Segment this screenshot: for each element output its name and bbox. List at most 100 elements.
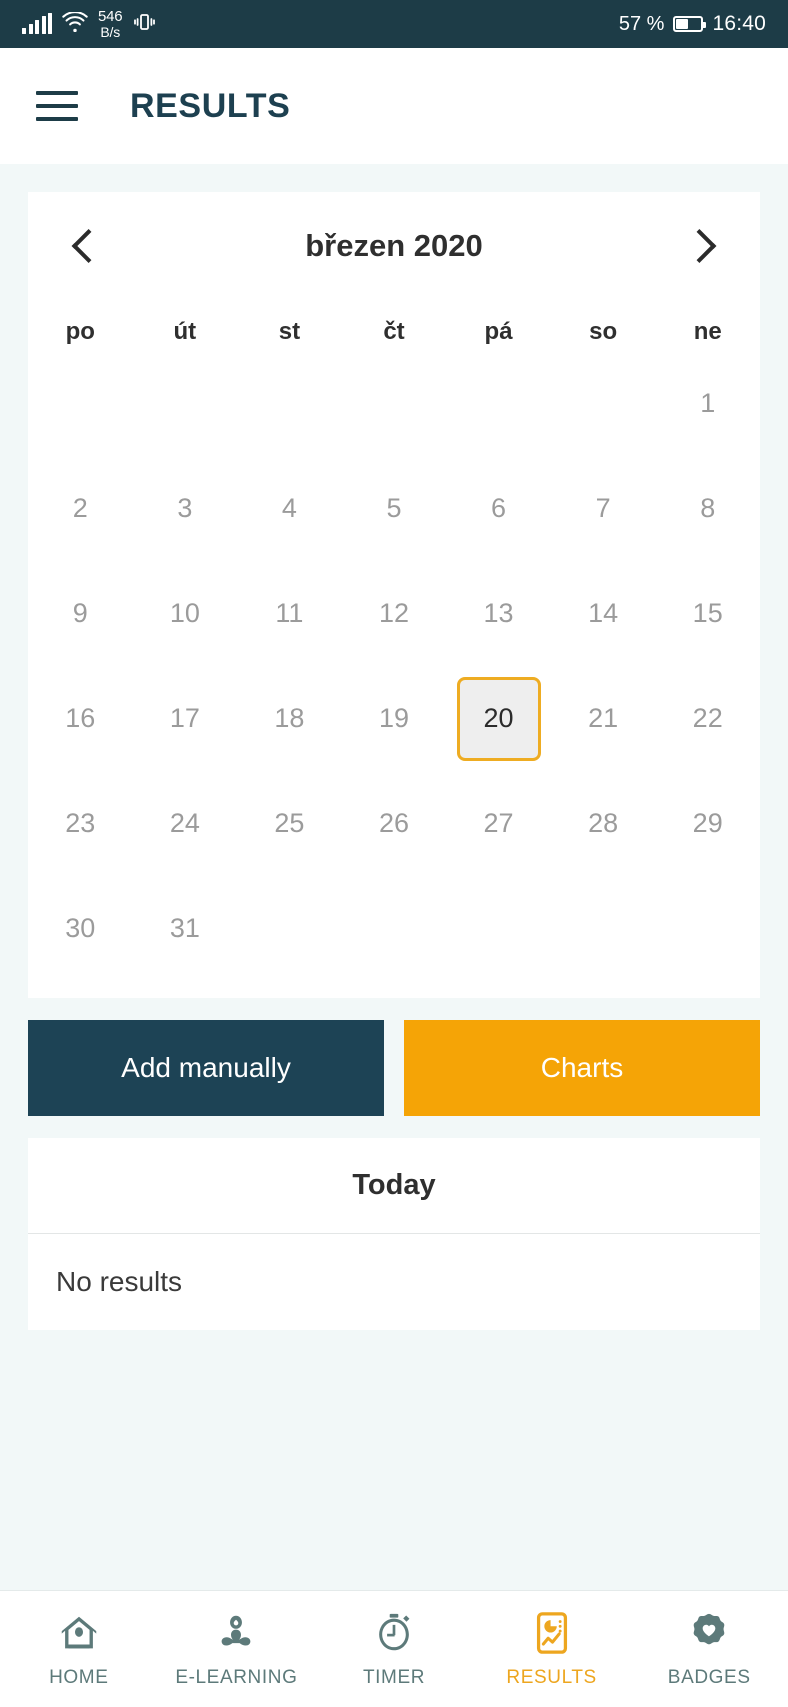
calendar-day-empty <box>237 356 342 451</box>
nav-item-e-learning[interactable]: E-LEARNING <box>158 1609 316 1689</box>
nav-item-timer[interactable]: TIMER <box>315 1609 473 1689</box>
calendar-day[interactable]: 1 <box>655 356 760 451</box>
calendar-day-empty <box>342 356 447 451</box>
badge-heart-icon <box>685 1609 733 1657</box>
calendar-day[interactable]: 23 <box>28 776 133 871</box>
calendar-day-selected[interactable]: 20 <box>446 671 551 766</box>
calendar-day-number: 5 <box>386 493 402 523</box>
calendar-day[interactable]: 15 <box>655 566 760 661</box>
status-bar-right: 57 % 16:40 <box>619 12 766 36</box>
calendar-day-number: 3 <box>177 493 193 523</box>
nav-item-label: RESULTS <box>506 1667 597 1688</box>
charts-button[interactable]: Charts <box>404 1020 760 1116</box>
calendar-day-empty <box>133 356 238 451</box>
calendar-day-number: 23 <box>65 808 96 838</box>
app-header: RESULTS <box>0 48 788 164</box>
calendar-day[interactable]: 30 <box>28 881 133 976</box>
weekday-label: so <box>589 318 618 345</box>
calendar-day[interactable]: 10 <box>133 566 238 661</box>
calendar-day[interactable]: 29 <box>655 776 760 871</box>
calendar-day-number: 8 <box>700 493 716 523</box>
calendar-day-number: 31 <box>169 913 200 943</box>
chevron-right-icon[interactable] <box>686 229 720 263</box>
action-button-row: Add manually Charts <box>28 1020 760 1116</box>
calendar-day[interactable]: 14 <box>551 566 656 661</box>
calendar-day[interactable]: 11 <box>237 566 342 661</box>
calendar-day-number: 28 <box>588 808 619 838</box>
add-manually-button[interactable]: Add manually <box>28 1020 384 1116</box>
calendar-day[interactable]: 12 <box>342 566 447 661</box>
calendar-day-number: 16 <box>65 703 96 733</box>
clock-label: 16:40 <box>712 12 766 35</box>
nav-item-label: E-LEARNING <box>175 1667 298 1688</box>
calendar-day[interactable]: 8 <box>655 461 760 556</box>
calendar-day-number: 11 <box>275 598 304 628</box>
main-content: březen 2020 po út st čt pá so ne 1234567… <box>0 164 788 1590</box>
calendar-day[interactable]: 18 <box>237 671 342 766</box>
calendar-day[interactable]: 25 <box>237 776 342 871</box>
vibrate-icon <box>132 10 156 39</box>
nav-item-results[interactable]: RESULTS <box>473 1609 631 1689</box>
calendar-week-row: 2 3 4 5 6 7 8 <box>28 461 760 556</box>
calendar-day-number: 21 <box>588 703 619 733</box>
calendar-day-number <box>247 887 331 971</box>
calendar-day-number <box>352 362 436 446</box>
status-bar: 546 B/s 57 % 16:40 <box>0 0 788 48</box>
calendar-day-number: 1 <box>700 388 716 418</box>
calendar-day-number: 9 <box>72 598 88 628</box>
network-speed-value: 546 <box>98 8 123 26</box>
results-empty-text: No results <box>56 1266 183 1297</box>
calendar-day-number <box>457 362 541 446</box>
calendar-day-empty <box>28 356 133 451</box>
calendar-day-number: 7 <box>595 493 611 523</box>
calendar-day[interactable]: 2 <box>28 461 133 556</box>
calendar-day[interactable]: 27 <box>446 776 551 871</box>
network-speed-indicator: 546 B/s <box>98 8 123 40</box>
calendar-day-number: 27 <box>483 808 514 838</box>
nav-item-label: BADGES <box>667 1667 751 1688</box>
nav-item-home[interactable]: HOME <box>0 1609 158 1689</box>
chevron-left-icon[interactable] <box>68 229 102 263</box>
calendar-day[interactable]: 4 <box>237 461 342 556</box>
calendar-day[interactable]: 6 <box>446 461 551 556</box>
calendar-day[interactable]: 24 <box>133 776 238 871</box>
weekday-label: ne <box>693 318 722 345</box>
calendar-header: březen 2020 <box>28 210 760 276</box>
calendar-day-number <box>561 887 645 971</box>
calendar-day[interactable]: 22 <box>655 671 760 766</box>
calendar-day[interactable]: 7 <box>551 461 656 556</box>
nav-item-badges[interactable]: BADGES <box>630 1609 788 1689</box>
calendar-day[interactable]: 3 <box>133 461 238 556</box>
calendar-day[interactable]: 13 <box>446 566 551 661</box>
home-icon <box>55 1609 103 1657</box>
bottom-navigation-bar: HOME E-LEARNING TIMER RESULTS BADGES <box>0 1590 788 1707</box>
calendar-day[interactable]: 16 <box>28 671 133 766</box>
calendar-day[interactable]: 28 <box>551 776 656 871</box>
nav-item-label: HOME <box>49 1667 109 1688</box>
weekday-label: po <box>65 318 95 345</box>
calendar-day[interactable]: 5 <box>342 461 447 556</box>
calendar-day-number: 20 <box>456 676 541 761</box>
calendar-day-empty <box>551 881 656 976</box>
calendar-week-row: 23 24 25 26 27 28 29 <box>28 776 760 871</box>
calendar-card: březen 2020 po út st čt pá so ne 1234567… <box>28 192 760 998</box>
calendar-day[interactable]: 31 <box>133 881 238 976</box>
calendar-day-empty <box>237 881 342 976</box>
network-speed-unit: B/s <box>100 23 121 40</box>
calendar-day-number: 2 <box>72 493 88 523</box>
calendar-week-row: 9 10 11 12 13 14 15 <box>28 566 760 661</box>
calendar-day-number <box>457 887 541 971</box>
hamburger-menu-icon[interactable] <box>36 91 78 121</box>
calendar-day-number: 4 <box>281 493 297 523</box>
wifi-icon <box>62 10 88 37</box>
calendar-day[interactable]: 21 <box>551 671 656 766</box>
calendar-day[interactable]: 17 <box>133 671 238 766</box>
calendar-day[interactable]: 26 <box>342 776 447 871</box>
calendar-day[interactable]: 19 <box>342 671 447 766</box>
calendar-day-number: 6 <box>491 493 507 523</box>
calendar-day[interactable]: 9 <box>28 566 133 661</box>
calendar-day-number: 29 <box>692 808 723 838</box>
calendar-week-row: 30 31 <box>28 881 760 976</box>
calendar-day-number: 24 <box>169 808 200 838</box>
